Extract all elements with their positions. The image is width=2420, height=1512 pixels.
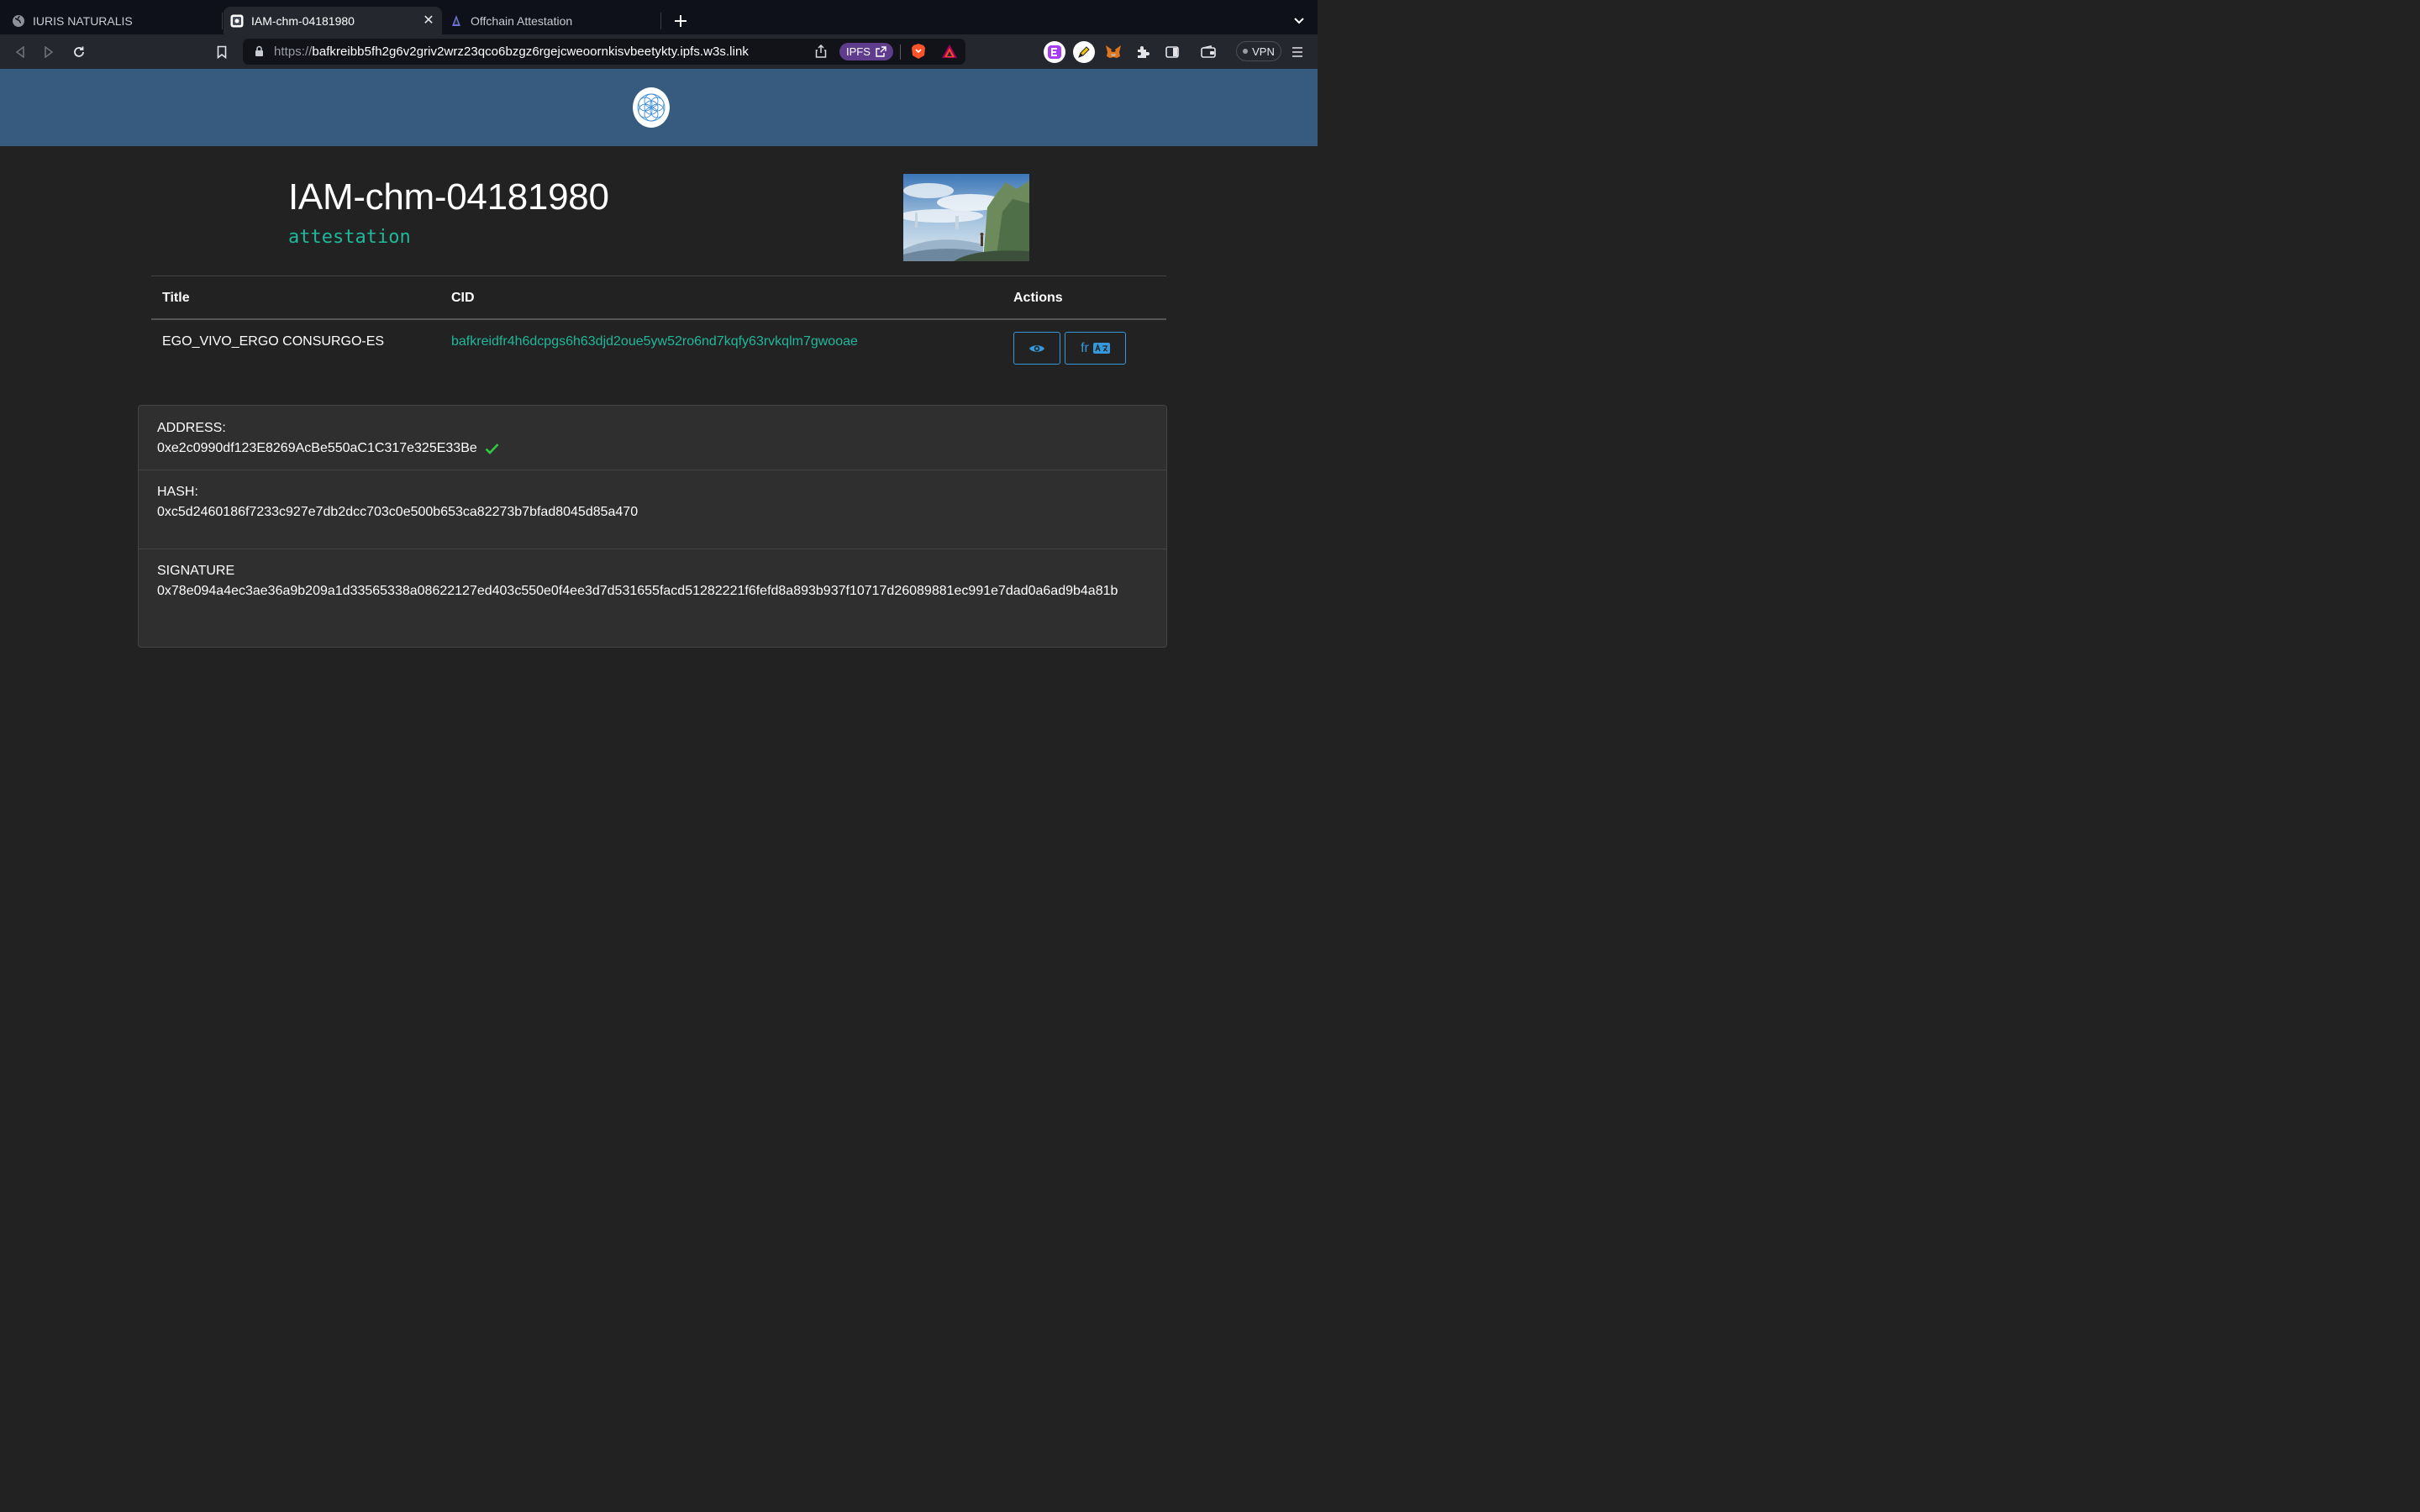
tab-offchain-attestation[interactable]: Offchain Attestation [450,7,660,34]
forward-icon[interactable] [38,41,60,63]
brave-rewards-icon[interactable] [941,44,958,63]
translate-icon [1092,343,1110,354]
browser-toolbar: https://bafkreibb5fh2g6v2griv2wrz23qco6b… [0,34,1318,69]
address-value[interactable]: 0xe2c0990df123E8269AcBe550aC1C317e325E33… [157,441,477,455]
metamask-fox-icon[interactable] [1102,41,1124,63]
hamburger-menu-icon[interactable] [1286,41,1308,63]
url-scheme: https:// [274,45,313,59]
address-label: ADDRESS: [157,421,226,435]
signature-section: SIGNATURE 0x78e094a4ec3ae36a9b209a1d3356… [139,549,1166,647]
url-text: https://bafkreibb5fh2g6v2griv2wrz23qco6b… [274,45,749,59]
ipfs-label: IPFS [846,45,871,58]
language-code: fr [1081,340,1089,355]
hash-label: HASH: [157,485,198,499]
documents-table: Title CID Actions EGO_VIVO_ERGO CONSURGO… [151,276,1166,379]
brave-wallet-icon[interactable] [1197,41,1219,63]
tab-iuris-naturalis[interactable]: IURIS NATURALIS [12,7,213,34]
column-header-actions: Actions [1013,291,1063,305]
url-host: bafkreibb5fh2g6v2griv2wrz23qco6bzgz6rgej… [312,45,749,59]
browser-tab-bar: IURIS NATURALIS IAM-chm-04181980 ✕ Offch… [0,0,1318,34]
table-row: EGO_VIVO_ERGO CONSURGO-ES bafkreidfr4h6d… [151,320,1166,379]
eye-icon [1028,343,1045,354]
page-subtitle: attestation [288,227,411,248]
signature-value[interactable]: 0x78e094a4ec3ae36a9b209a1d33565338a08622… [157,581,1148,601]
hash-section: HASH: 0xc5d2460186f7233c927e7db2dcc703c0… [139,470,1166,549]
reload-icon[interactable] [68,41,90,63]
signature-label: SIGNATURE [157,564,235,578]
lock-icon [255,45,264,61]
sidebar-toggle-icon[interactable] [1161,41,1183,63]
view-button[interactable] [1013,332,1060,365]
flower-of-life-logo-icon[interactable] [633,87,670,128]
attestation-details-card: ADDRESS: 0xe2c0990df123E8269AcBe550aC1C3… [138,405,1167,648]
ethereum-attestation-icon [450,14,463,28]
row-title: EGO_VIVO_ERGO CONSURGO-ES [162,334,385,349]
artwork-thumbnail [903,174,1029,261]
url-divider [900,45,901,60]
tab-list-chevron-down-icon[interactable] [1288,10,1310,32]
column-header-cid: CID [451,291,475,305]
vpn-status-dot [1243,49,1249,54]
address-section: ADDRESS: 0xe2c0990df123E8269AcBe550aC1C3… [139,406,1166,470]
extensions-puzzle-icon[interactable] [1132,41,1154,63]
vpn-label: VPN [1252,45,1275,58]
cid-link[interactable]: bafkreidfr4h6dcpgs6h63djd2oue5yw52ro6nd7… [451,334,858,349]
check-icon [485,441,499,461]
address-bar[interactable]: https://bafkreibb5fh2g6v2griv2wrz23qco6b… [243,39,965,65]
tab-label: IURIS NATURALIS [33,13,133,28]
brave-shields-icon[interactable] [911,43,926,64]
page-favicon-icon [230,14,244,28]
tab-divider [660,13,661,29]
external-link-icon [876,46,886,57]
vpn-button[interactable]: VPN [1236,41,1281,61]
extension-wallet-icon[interactable] [1044,41,1065,63]
hash-value[interactable]: 0xc5d2460186f7233c927e7db2dcc703c0e500b6… [157,502,1148,522]
bookmark-icon[interactable] [211,41,233,63]
column-header-title: Title [162,291,190,305]
new-tab-plus-icon[interactable] [670,10,692,32]
tab-iam-chm[interactable]: IAM-chm-04181980 ✕ [224,7,442,34]
ipfs-button[interactable]: IPFS [839,43,893,60]
page-title: IAM-chm-04181980 [288,176,609,218]
back-icon[interactable] [9,41,31,63]
table-header: Title CID Actions [151,276,1166,320]
globe-icon [12,14,25,28]
address-value-row: 0xe2c0990df123E8269AcBe550aC1C317e325E33… [157,438,1148,461]
extension-highlighter-icon[interactable] [1073,41,1095,63]
translate-button[interactable]: fr [1065,332,1126,365]
tab-divider [222,13,223,29]
tab-label: Offchain Attestation [471,13,573,28]
tab-label: IAM-chm-04181980 [251,13,355,28]
site-header [0,69,1318,146]
share-icon[interactable] [815,44,827,62]
close-tab-icon[interactable]: ✕ [420,12,437,29]
row-cid: bafkreidfr4h6dcpgs6h63djd2oue5yw52ro6nd7… [451,334,858,349]
